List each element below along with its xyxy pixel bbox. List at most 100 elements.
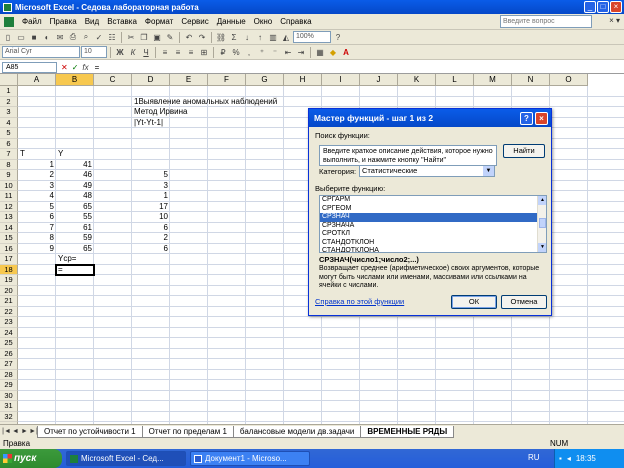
row-header-13[interactable]: 13	[0, 212, 18, 223]
menu-tools[interactable]: Сервис	[177, 17, 212, 26]
cell-d3[interactable]: Метод Ирвина	[132, 107, 187, 118]
row-header-24[interactable]: 24	[0, 327, 18, 338]
row-header-16[interactable]: 16	[0, 243, 18, 254]
function-item[interactable]: СРЗНАЧ	[320, 213, 546, 222]
cell-b13[interactable]: 55	[56, 212, 94, 223]
insert-function-icon[interactable]: fx	[82, 63, 88, 72]
scroll-thumb[interactable]	[539, 218, 546, 228]
row-header-1[interactable]: 1	[0, 86, 18, 97]
research-icon[interactable]: ☷	[106, 32, 118, 43]
email-icon[interactable]: ✉	[54, 32, 66, 43]
function-item[interactable]: СРОТКЛ	[320, 230, 546, 239]
align-center-icon[interactable]: ≡	[172, 47, 184, 58]
menu-edit[interactable]: Правка	[46, 17, 81, 26]
redo-icon[interactable]: ↷	[196, 32, 208, 43]
cell-d9[interactable]: 5	[132, 170, 170, 181]
function-item[interactable]: СРГЕОМ	[320, 205, 546, 214]
row-header-17[interactable]: 17	[0, 254, 18, 265]
cancel-entry-icon[interactable]: ✕	[61, 63, 68, 72]
next-sheet-icon[interactable]: ►	[20, 428, 29, 435]
decrease-indent-icon[interactable]: ⇤	[282, 47, 294, 58]
minimize-button[interactable]: _	[584, 1, 596, 13]
sort-asc-icon[interactable]: ↓	[241, 32, 253, 43]
copy-icon[interactable]: ❐	[138, 32, 150, 43]
row-header-7[interactable]: 7	[0, 149, 18, 160]
row-header-2[interactable]: 2	[0, 96, 18, 107]
bold-icon[interactable]: Ж	[114, 47, 126, 58]
cell-a11[interactable]: 4	[18, 191, 56, 202]
function-list-scrollbar[interactable]: ▲ ▼	[537, 196, 546, 252]
menu-file[interactable]: Файл	[18, 17, 46, 26]
italic-icon[interactable]: К	[127, 47, 139, 58]
cell-b14[interactable]: 61	[56, 223, 94, 234]
maximize-button[interactable]: □	[597, 1, 609, 13]
cell-b11[interactable]: 48	[56, 191, 94, 202]
menu-view[interactable]: Вид	[81, 17, 103, 26]
row-header-15[interactable]: 15	[0, 233, 18, 244]
dialog-help-button[interactable]: ?	[520, 112, 533, 125]
cell-d10[interactable]: 3	[132, 181, 170, 192]
first-sheet-icon[interactable]: |◄	[2, 428, 11, 435]
row-header-4[interactable]: 4	[0, 117, 18, 128]
column-header-o[interactable]: O	[550, 74, 588, 86]
open-icon[interactable]: ▭	[15, 32, 27, 43]
cell-d12[interactable]: 17	[132, 202, 170, 213]
preview-icon[interactable]: ⌕	[80, 32, 92, 43]
cell-d13[interactable]: 10	[132, 212, 170, 223]
taskbar-item-word[interactable]: Документ1 - Microso...	[190, 451, 310, 466]
row-header-21[interactable]: 21	[0, 296, 18, 307]
row-header-18[interactable]: 18	[0, 264, 18, 275]
row-header-20[interactable]: 20	[0, 285, 18, 296]
scroll-down-icon[interactable]: ▼	[538, 243, 546, 252]
column-header-l[interactable]: L	[436, 74, 474, 86]
start-button[interactable]: пуск	[0, 449, 62, 468]
function-search-input[interactable]: Введите краткое описание действия, котор…	[319, 145, 497, 166]
cell-b7[interactable]: Y	[56, 149, 94, 160]
cell-a16[interactable]: 9	[18, 244, 56, 255]
category-select[interactable]: Статистические ▼	[359, 165, 495, 177]
cell-b15[interactable]: 59	[56, 233, 94, 244]
column-header-f[interactable]: F	[208, 74, 246, 86]
menu-insert[interactable]: Вставка	[103, 17, 141, 26]
cell-a14[interactable]: 7	[18, 223, 56, 234]
network-icon[interactable]: ▪	[559, 449, 562, 468]
function-help-link[interactable]: Справка по этой функции	[315, 297, 404, 306]
column-header-g[interactable]: G	[246, 74, 284, 86]
taskbar-item-excel[interactable]: Microsoft Excel - Сед...	[66, 451, 186, 466]
align-right-icon[interactable]: ≡	[185, 47, 197, 58]
row-header-12[interactable]: 12	[0, 201, 18, 212]
align-left-icon[interactable]: ≡	[159, 47, 171, 58]
paste-icon[interactable]: ▣	[151, 32, 163, 43]
row-header-8[interactable]: 8	[0, 159, 18, 170]
row-header-23[interactable]: 23	[0, 317, 18, 328]
cell-b10[interactable]: 49	[56, 181, 94, 192]
currency-icon[interactable]: ₽	[217, 47, 229, 58]
row-header-26[interactable]: 26	[0, 348, 18, 359]
cell-b8[interactable]: 41	[56, 160, 94, 171]
spelling-icon[interactable]: ✓	[93, 32, 105, 43]
increase-decimal-icon[interactable]: ⁺	[256, 47, 268, 58]
row-header-32[interactable]: 32	[0, 411, 18, 422]
menu-format[interactable]: Формат	[141, 17, 177, 26]
name-box[interactable]: A85	[2, 61, 57, 73]
row-header-10[interactable]: 10	[0, 180, 18, 191]
scroll-up-icon[interactable]: ▲	[538, 196, 546, 205]
function-item[interactable]: СТАНДОТКЛОН	[320, 239, 546, 248]
document-icon[interactable]	[4, 16, 14, 27]
cell-a7[interactable]: T	[18, 149, 56, 160]
tab-time-series[interactable]: ВРЕМЕННЫЕ РЯДЫ	[360, 425, 455, 438]
row-header-14[interactable]: 14	[0, 222, 18, 233]
column-header-d[interactable]: D	[132, 74, 170, 86]
tab-balance-models[interactable]: балансовые модели дв.задачи	[232, 425, 362, 438]
column-header-k[interactable]: K	[398, 74, 436, 86]
zoom-select[interactable]: 100%	[293, 31, 331, 43]
column-header-e[interactable]: E	[170, 74, 208, 86]
column-header-c[interactable]: C	[94, 74, 132, 86]
font-color-icon[interactable]: A	[340, 47, 352, 58]
cell-d4[interactable]: |Yt-Yt-1|	[132, 118, 170, 129]
function-item[interactable]: СРЗНАЧА	[320, 222, 546, 231]
volume-icon[interactable]: ◂	[567, 449, 571, 468]
workbook-close-icon[interactable]: × ▾	[609, 16, 620, 25]
cell-b9[interactable]: 46	[56, 170, 94, 181]
cell-a9[interactable]: 2	[18, 170, 56, 181]
